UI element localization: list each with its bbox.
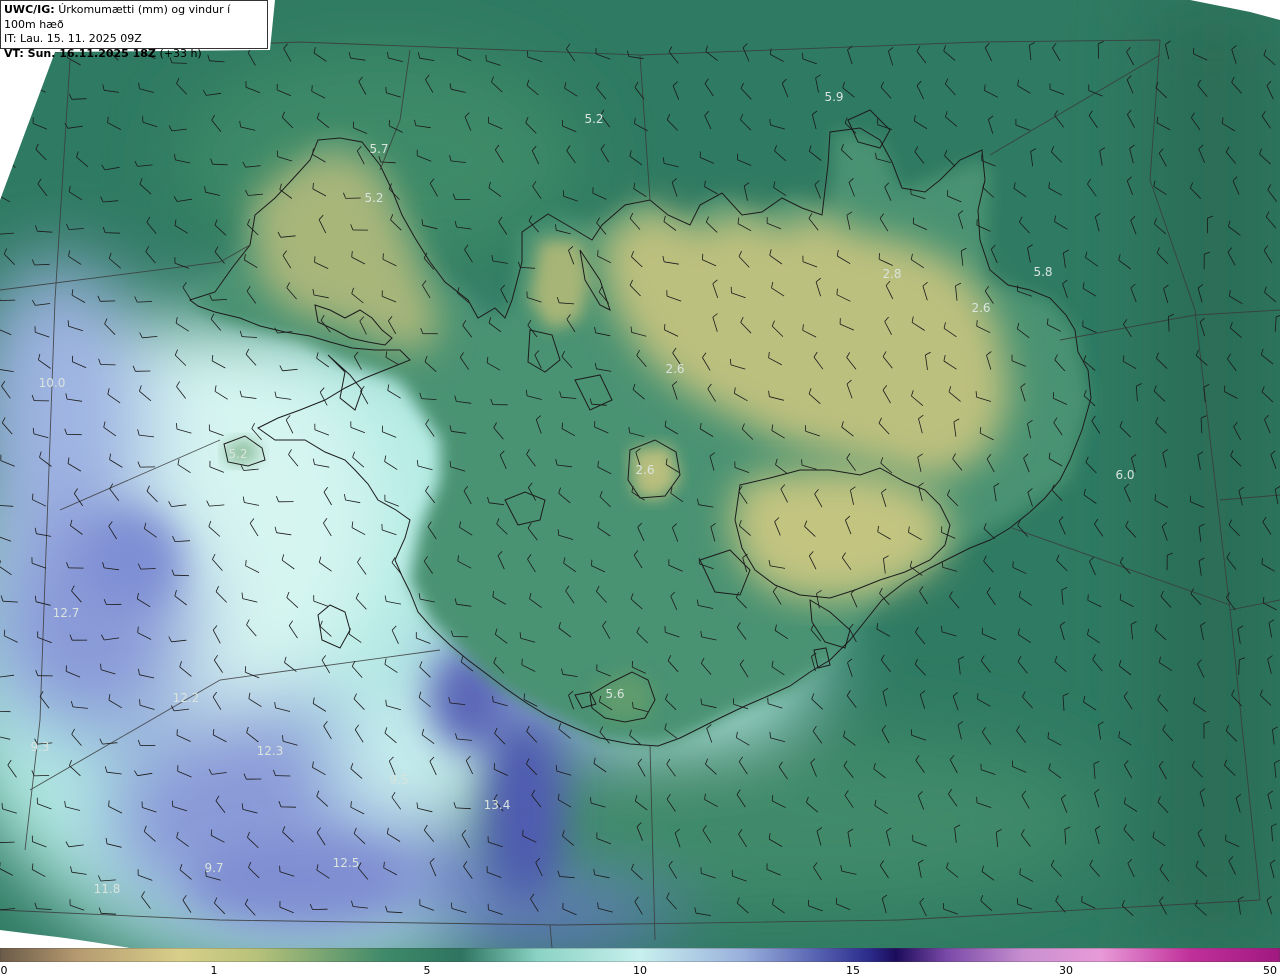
- precip-value-label: 5.8: [1033, 265, 1052, 279]
- precip-value-label: 5.2: [584, 112, 603, 126]
- precip-value-label: 5.7: [369, 142, 388, 156]
- precip-value-label: 5.6: [605, 687, 624, 701]
- colorbar-tick-1: 1: [210, 964, 218, 977]
- colorbar-tick-10: 10: [633, 964, 647, 977]
- precip-value-label: 12.5: [333, 856, 360, 870]
- init-time: IT: Lau. 15. 11. 2025 09Z: [4, 32, 142, 45]
- model-label: UWC/IG:: [4, 3, 55, 16]
- precip-value-label: 5.9: [824, 90, 843, 104]
- precip-value-label: 2.6: [971, 301, 990, 315]
- colorbar-tick-50: 50: [1263, 964, 1277, 977]
- precip-value-label: 6.0: [1115, 468, 1134, 482]
- precip-value-label: 10.0: [39, 376, 66, 390]
- colorbar-tick-30: 30: [1059, 964, 1073, 977]
- precip-value-label: 2.8: [882, 267, 901, 281]
- precip-value-label: 5.2: [364, 191, 383, 205]
- wind-barb: [0, 121, 11, 128]
- precip-field: 5.9 5.2 5.7 5.2 2.8 5.8 2.6 2.6 10.0 5.2 2.6 6.0 12.…: [0, 0, 1280, 948]
- lead-time: (+33 h): [159, 46, 202, 60]
- colorbar-tick-0: 0: [0, 964, 8, 977]
- precip-value-label: 12.2: [173, 691, 200, 705]
- precip-value-label: 11.8: [94, 882, 121, 896]
- forecast-map: 5.9 5.2 5.7 5.2 2.8 5.8 2.6 2.6 10.0 5.2 2.6 6.0 12.…: [0, 0, 1280, 948]
- map-header: UWC/IG: Úrkomumætti (mm) og vindur í 100…: [0, 0, 268, 60]
- colorbar: 0 1 5 10 15 30 50: [0, 948, 1280, 978]
- precip-value-label: 9.3: [30, 740, 49, 754]
- precip-value-label: 9.5: [389, 773, 408, 787]
- valid-time: VT: Sun. 16.11.2025 18Z: [4, 46, 156, 60]
- precip-value-label: 2.6: [635, 463, 654, 477]
- precip-value-label: 5.2: [228, 447, 247, 461]
- precip-value-label: 13.4: [484, 798, 511, 812]
- colorbar-tick-5: 5: [423, 964, 431, 977]
- precip-value-label: 12.7: [53, 606, 80, 620]
- precip-value-label: 9.7: [204, 861, 223, 875]
- precip-value-label: 2.6: [665, 362, 684, 376]
- colorbar-strip: [0, 948, 1280, 962]
- wind-barb: [0, 91, 17, 97]
- colorbar-tick-15: 15: [846, 964, 860, 977]
- map-canvas: 5.9 5.2 5.7 5.2 2.8 5.8 2.6 2.6 10.0 5.2 2.6 6.0 12.…: [0, 0, 1280, 948]
- precip-value-label: 12.3: [257, 744, 284, 758]
